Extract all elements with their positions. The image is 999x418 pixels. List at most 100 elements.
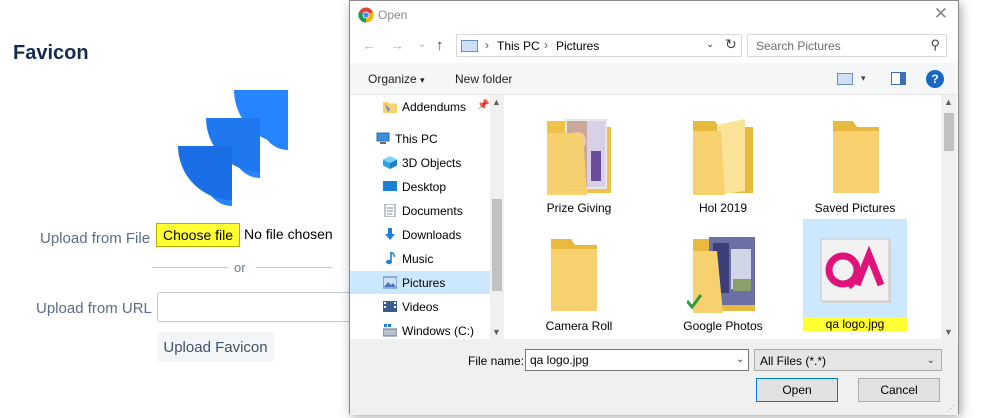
upload-favicon-button[interactable]: Upload Favicon [157,332,274,362]
back-arrow-icon[interactable]: ← [362,37,376,53]
drive-icon [383,324,397,337]
scroll-up-icon[interactable]: ▲ [944,97,953,107]
documents-icon [384,204,396,217]
file-name-input[interactable] [525,349,749,371]
nav-item-pictures[interactable]: Pictures [350,271,490,294]
nav-item-addendums[interactable]: Addendums 📌 [350,95,490,118]
page-title: Favicon [13,42,89,64]
scroll-down-icon[interactable]: ▼ [944,327,953,337]
file-item-qa-logo[interactable]: qa logo.jpg [803,219,907,331]
dialog-title: Open [378,8,408,22]
forward-arrow-icon[interactable]: → [390,37,404,53]
file-item-label: Prize Giving [546,201,612,215]
breadcrumb-this-pc[interactable]: This PC [497,39,540,53]
3d-objects-icon [383,156,397,169]
or-divider-right [256,267,332,268]
nav-item-3d-objects[interactable]: 3D Objects [350,151,490,174]
file-item-label: Hol 2019 [698,201,748,215]
desktop-icon [383,181,397,191]
scroll-down-icon[interactable]: ▼ [492,327,501,337]
open-button[interactable]: Open [756,378,838,402]
nav-item-documents[interactable]: Documents [350,199,490,222]
file-item-label: Camera Roll [545,319,613,333]
screen: Favicon Upload from File Choose file No … [0,0,999,418]
scroll-thumb[interactable] [944,113,954,151]
search-input[interactable]: Search Pictures [756,39,841,53]
file-list-scrollbar[interactable]: ▲ ▼ [941,95,957,339]
nav-item-label: Music [402,252,434,266]
breadcrumb-chevron-icon[interactable]: › [544,38,548,52]
nav-item-label: Desktop [402,180,447,194]
nav-item-label: Documents [402,204,463,218]
file-type-select[interactable]: All Files (*.*) ⌄ [754,349,942,371]
upload-from-file-label: Upload from File [40,230,151,247]
preview-pane-icon[interactable] [891,72,906,85]
nav-item-music[interactable]: Music [350,247,490,270]
file-item-hol-2019[interactable]: Hol 2019 [671,103,775,215]
folder-with-photos-icon [547,119,611,195]
recent-locations-chevron-icon[interactable]: ⌄ [418,39,426,50]
file-item-label: qa logo.jpg [803,317,907,331]
nav-item-label: Addendums [402,100,467,114]
or-text: or [234,260,246,275]
refresh-icon[interactable]: ↻ [725,36,741,53]
cancel-button[interactable]: Cancel [858,378,940,402]
nav-item-label: 3D Objects [402,156,462,170]
scroll-thumb[interactable] [492,199,502,291]
jira-logo-icon [172,90,288,206]
or-divider-left [152,267,228,268]
change-view-icon[interactable] [837,73,853,85]
new-folder-button[interactable]: New folder [455,72,512,86]
organize-menu[interactable]: Organize ▾ [368,72,425,86]
file-item-google-photos[interactable]: Google Photos [671,221,775,333]
file-item-label: Google Photos [683,319,763,333]
dialog-titlebar[interactable]: Open ✕ [350,1,958,29]
file-item-saved-pictures[interactable]: Saved Pictures [803,103,907,215]
folder-icon [551,239,597,311]
downloads-icon [385,228,395,240]
file-name-dropdown-icon[interactable]: ⌄ [736,354,744,365]
navigation-pane: Addendums 📌 This PC 3D Objects Desktop D… [350,95,506,339]
nav-item-this-pc[interactable]: This PC [350,127,490,150]
file-item-prize-giving[interactable]: Prize Giving [527,103,631,215]
file-item-camera-roll[interactable]: Camera Roll [527,221,631,333]
pin-icon: 📌 [477,100,490,111]
breadcrumb-pictures[interactable]: Pictures [556,39,599,53]
navigation-row: ← → ⌄ ↑ › This PC › Pictures ⌄ ↻ Search … [350,31,958,61]
dialog-toolbar: Organize ▾ New folder ▾ ? [350,63,958,95]
nav-item-desktop[interactable]: Desktop [350,175,490,198]
nav-item-downloads[interactable]: Downloads [350,223,490,246]
search-icon: ⚲ [930,37,940,52]
file-list: Prize Giving Hol 2019 Saved Pictures Cam… [507,95,957,339]
nav-item-label: Videos [402,300,439,314]
nav-item-windows-c[interactable]: Windows (C:) [350,319,490,339]
nav-item-videos[interactable]: Videos [350,295,490,318]
file-name-label: File name: [468,354,525,368]
folder-with-photos-icon [687,237,755,313]
nav-item-label: Windows (C:) [402,324,475,338]
scroll-up-icon[interactable]: ▲ [492,97,501,107]
address-bar[interactable]: › This PC › Pictures ⌄ ↻ [456,34,742,57]
breadcrumb-chevron-icon[interactable]: › [485,38,489,52]
no-file-chosen-text: No file chosen [244,226,333,242]
close-icon[interactable]: ✕ [934,4,948,24]
music-icon [386,252,395,265]
computer-icon [376,132,390,144]
folder-icon [833,121,879,193]
nav-pane-scrollbar[interactable]: ▲ ▼ [490,95,504,339]
help-icon[interactable]: ? [926,70,944,88]
file-item-label: Saved Pictures [814,201,896,215]
nav-item-label: Downloads [402,228,462,242]
address-dropdown-icon[interactable]: ⌄ [706,39,714,50]
search-box[interactable]: Search Pictures ⚲ [747,34,947,57]
view-options-dropdown-icon[interactable]: ▾ [861,73,866,84]
url-input[interactable] [157,292,357,322]
pictures-location-icon [461,40,478,52]
choose-file-button[interactable]: Choose file [156,223,240,247]
upload-from-url-label: Upload from URL [36,300,152,317]
up-arrow-icon[interactable]: ↑ [436,37,444,54]
videos-icon [383,301,397,312]
qa-logo-thumbnail-icon [820,238,891,303]
organize-label: Organize [368,72,417,86]
resize-grip-icon[interactable]: ⋰ [947,404,955,413]
